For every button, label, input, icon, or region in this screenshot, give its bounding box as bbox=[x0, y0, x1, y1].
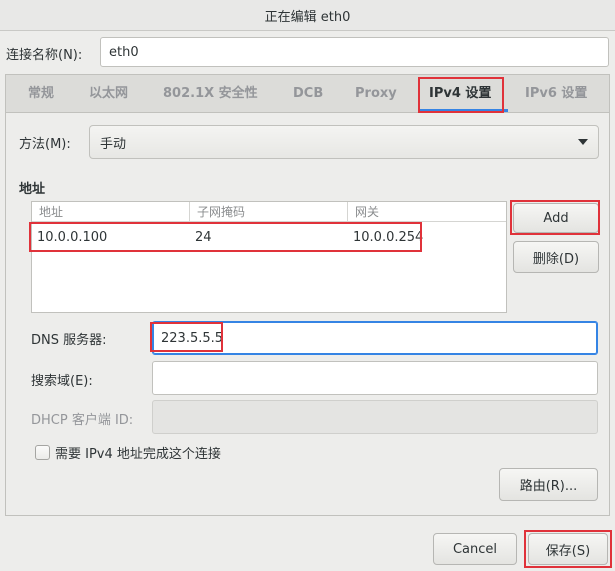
tab-8021x-security[interactable]: 802.1X 安全性 bbox=[163, 75, 258, 113]
tab-proxy[interactable]: Proxy bbox=[355, 75, 397, 113]
require-ipv4-label[interactable]: 需要 IPv4 地址完成这个连接 bbox=[55, 443, 221, 462]
tab-ethernet[interactable]: 以太网 bbox=[89, 75, 128, 113]
require-ipv4-row[interactable]: 需要 IPv4 地址完成这个连接 bbox=[35, 443, 221, 462]
cancel-button[interactable]: Cancel bbox=[433, 533, 517, 565]
method-dropdown[interactable]: 手动 bbox=[89, 125, 599, 159]
column-header-gateway[interactable]: 网关 bbox=[348, 202, 506, 222]
table-row[interactable]: 10.0.0.100 24 10.0.0.254 bbox=[32, 224, 506, 252]
require-ipv4-checkbox[interactable] bbox=[35, 445, 50, 460]
active-tab-indicator bbox=[418, 109, 508, 112]
netmask-cell[interactable]: 24 bbox=[195, 224, 212, 252]
connection-name-label: 连接名称(N): bbox=[6, 48, 83, 63]
dhcp-client-id-label: DHCP 客户端 ID: bbox=[31, 413, 134, 428]
method-label: 方法(M): bbox=[19, 137, 71, 152]
addresses-table[interactable]: 地址 子网掩码 网关 10.0.0.100 24 10.0.0.254 bbox=[31, 201, 507, 313]
method-value: 手动 bbox=[100, 136, 127, 152]
tab-general[interactable]: 常规 bbox=[28, 75, 54, 113]
delete-address-button[interactable]: 删除(D) bbox=[513, 241, 599, 273]
column-header-netmask[interactable]: 子网掩码 bbox=[190, 202, 348, 222]
routes-button[interactable]: 路由(R)... bbox=[499, 468, 598, 501]
tab-dcb[interactable]: DCB bbox=[293, 75, 323, 113]
dns-servers-label: DNS 服务器: bbox=[31, 333, 107, 348]
gateway-cell[interactable]: 10.0.0.254 bbox=[353, 224, 423, 252]
search-domains-input[interactable] bbox=[152, 361, 598, 395]
add-address-button[interactable]: Add bbox=[513, 203, 599, 233]
tab-ipv4-settings[interactable]: IPv4 设置 bbox=[429, 75, 491, 113]
tab-ipv6-settings[interactable]: IPv6 设置 bbox=[525, 75, 587, 113]
addresses-heading: 地址 bbox=[19, 182, 46, 197]
save-button[interactable]: 保存(S) bbox=[528, 533, 608, 565]
tab-bar: 常规 以太网 802.1X 安全性 DCB Proxy IPv4 设置 IPv6… bbox=[6, 75, 609, 113]
search-domains-label: 搜索域(E): bbox=[31, 374, 93, 389]
dhcp-client-id-input bbox=[152, 400, 598, 434]
chevron-down-icon bbox=[578, 139, 588, 145]
addresses-table-header: 地址 子网掩码 网关 bbox=[32, 202, 506, 222]
connection-name-input[interactable] bbox=[100, 37, 609, 67]
connection-name-row: 连接名称(N): bbox=[6, 37, 610, 67]
dns-servers-input[interactable] bbox=[152, 321, 598, 355]
window-title-text: 正在编辑 eth0 bbox=[264, 9, 351, 25]
column-header-address[interactable]: 地址 bbox=[32, 202, 190, 222]
window-title: 正在编辑 eth0 bbox=[0, 0, 615, 31]
settings-notebook: 常规 以太网 802.1X 安全性 DCB Proxy IPv4 设置 IPv6… bbox=[5, 74, 610, 516]
address-cell[interactable]: 10.0.0.100 bbox=[37, 224, 107, 252]
